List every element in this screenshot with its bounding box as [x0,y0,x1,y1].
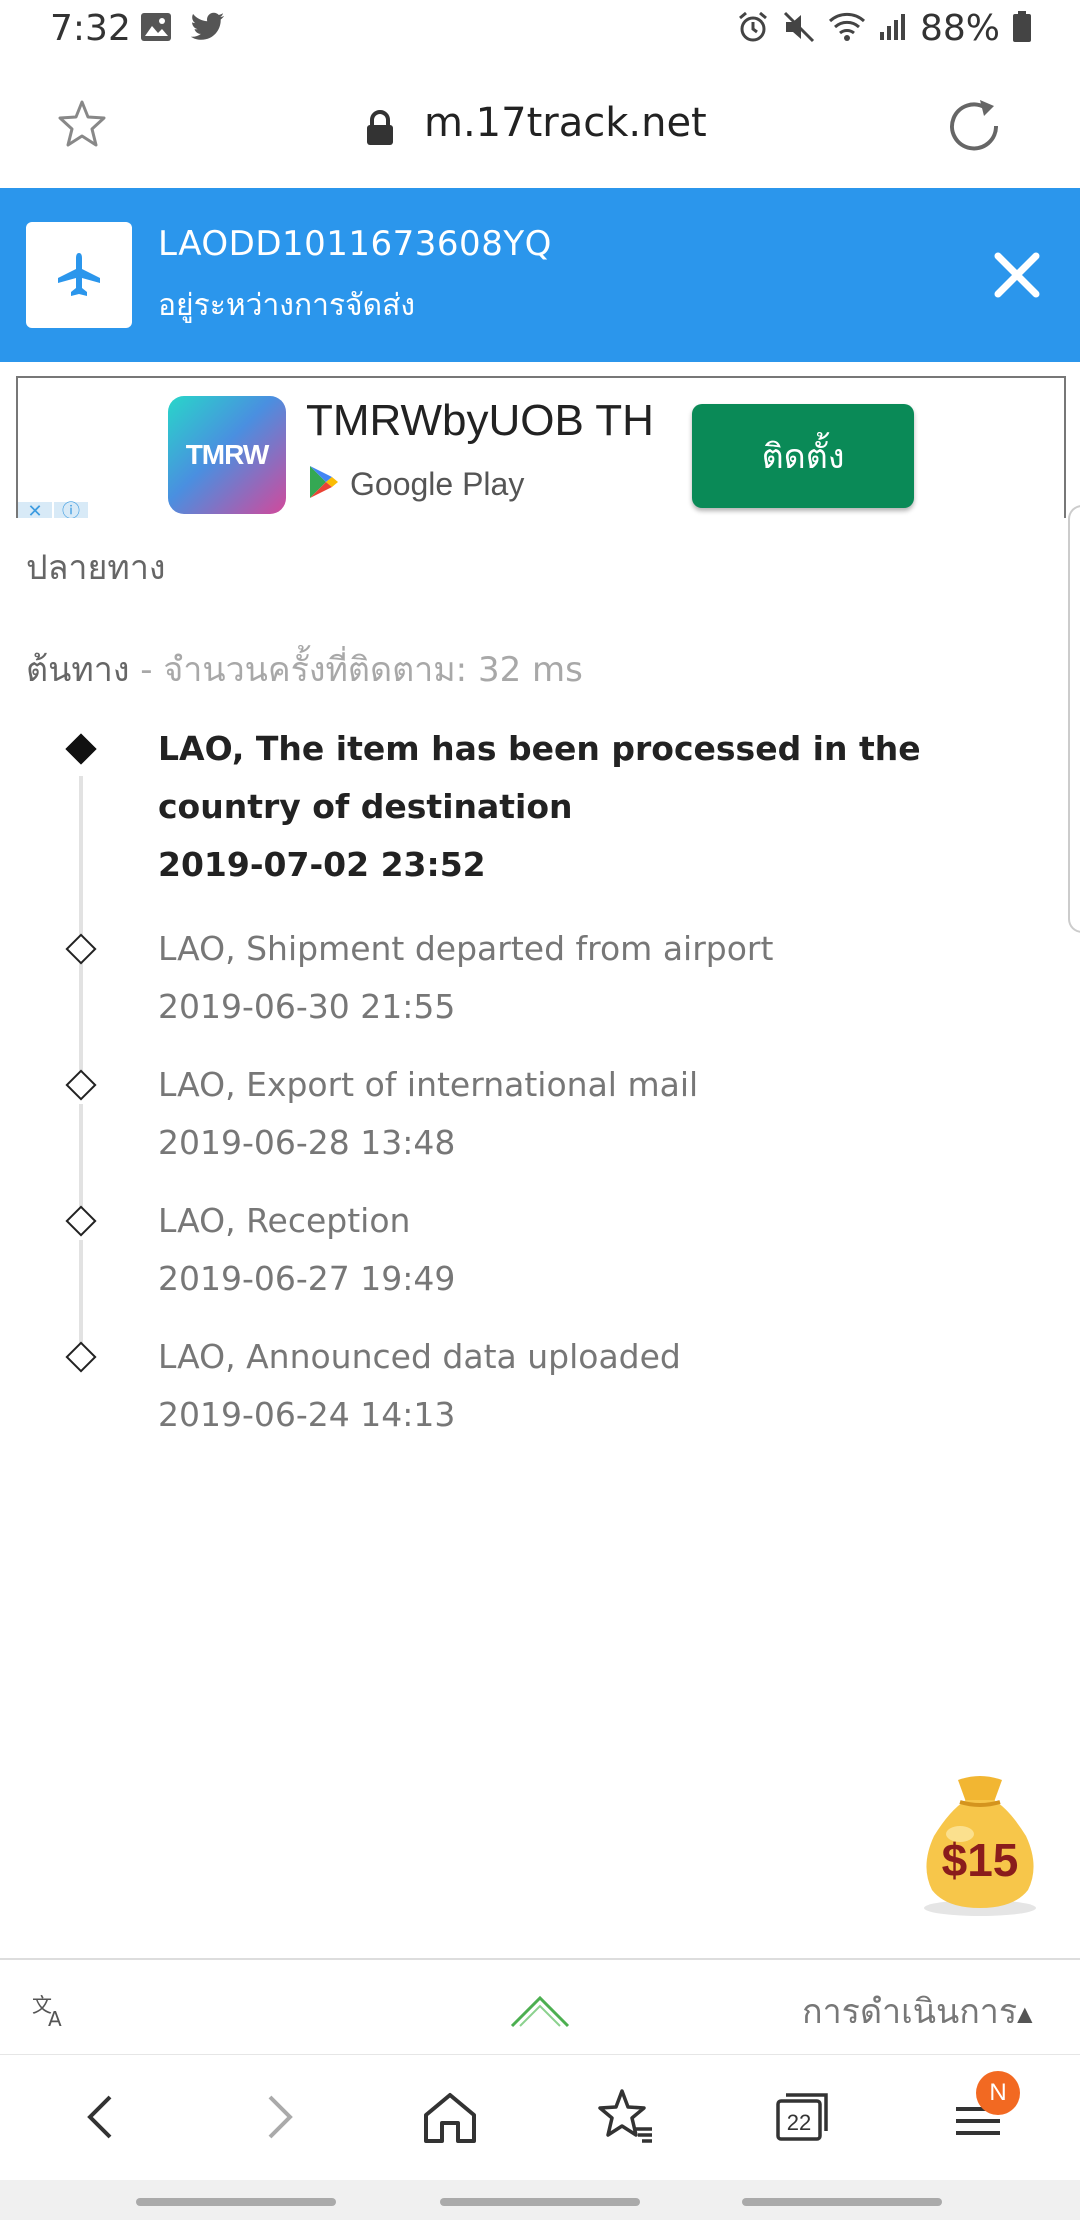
actions-label: การดำเนินการ [802,1992,1018,2032]
mute-icon [782,10,816,48]
wifi-icon [828,11,866,47]
tab-count: 22 [787,2110,811,2135]
ad-close-icon[interactable]: ✕ [18,502,52,518]
diamond-icon [65,933,97,965]
close-icon[interactable] [990,248,1044,302]
event-description: LAO, The item has been processed in the … [158,729,921,826]
status-bar: 7:32 88% [0,0,1080,64]
twitter-icon [190,12,226,46]
image-icon [140,12,172,46]
timeline-connector [79,1240,83,1346]
origin-line: ต้นทาง - จำนวนครั้งที่ติดตาม: 32 ms [26,642,583,696]
translate-icon[interactable]: 文A [30,1990,70,2034]
bookmark-star-icon[interactable] [56,98,108,154]
event-time: 2019-07-02 23:52 [158,845,486,884]
battery-icon [1012,10,1032,47]
scroll-to-top-icon[interactable] [508,1990,572,2034]
diamond-icon [65,1069,97,1101]
status-time: 7:32 [50,8,131,49]
diamond-icon [65,1205,97,1237]
ad-app-name: TMRWbyUOB TH [306,396,654,445]
store-name: Google Play [350,465,525,502]
ad-app-logo: TMRW [168,396,286,514]
signal-icon [878,12,908,46]
actions-menu[interactable]: การดำเนินการ▲ [802,1984,1033,2038]
home-icon[interactable] [418,2085,482,2149]
origin-label: ต้นทาง [26,650,130,690]
event-time: 2019-06-30 21:55 [158,987,456,1026]
page-toolbar: 文A การดำเนินการ▲ [0,1958,1080,2054]
browser-nav-bar: 22 N [0,2054,1080,2180]
airplane-icon [26,222,132,328]
alarm-icon [736,10,770,48]
notification-badge: N [976,2071,1020,2115]
tracking-status: อยู่ระหว่างการจัดส่ง [158,288,416,323]
event-time: 2019-06-28 13:48 [158,1123,456,1162]
origin-meta: - จำนวนครั้งที่ติดตาม: 32 ms [129,650,583,690]
event-time: 2019-06-24 14:13 [158,1395,456,1434]
diamond-icon [65,1341,97,1373]
tabs-icon[interactable]: 22 [770,2085,834,2149]
destination-label: ปลายทาง [26,548,166,588]
tracking-number: LAODD1011673608YQ [158,224,552,264]
gesture-pill-left[interactable] [136,2198,336,2206]
url-text[interactable]: m.17track.net [424,100,707,146]
event-description: LAO, Announced data uploaded [158,1337,681,1376]
google-play-icon [308,464,340,504]
battery-percent: 88% [919,8,1000,49]
ad-logo-text: TMRW [185,439,270,470]
ad-banner[interactable]: TMRW TMRWbyUOB TH Google Play ติดตั้ง ✕ … [16,376,1066,518]
install-button[interactable]: ติดตั้ง [692,404,914,508]
promo-amount: $15 [942,1834,1019,1886]
gesture-pill-right[interactable] [742,2198,942,2206]
timeline-connector [79,1104,83,1210]
back-icon[interactable] [70,2085,134,2149]
side-panel-handle[interactable] [1068,505,1080,933]
filled-diamond-icon [65,733,97,765]
lock-icon [364,110,396,150]
caret-up-icon: ▲ [1017,2001,1033,2026]
event-time: 2019-06-27 19:49 [158,1259,456,1298]
ad-choices[interactable]: ✕ ⓘ [18,502,88,518]
google-play-badge: Google Play [308,464,524,504]
svg-text:A: A [48,2007,62,2030]
tracking-header: LAODD1011673608YQ อยู่ระหว่างการจัดส่ง [0,188,1080,362]
gesture-pill-center[interactable] [440,2198,640,2206]
reload-icon[interactable] [944,96,1004,160]
money-bag-promo-button[interactable]: $15 [910,1770,1050,1920]
event-description: LAO, Reception [158,1201,411,1240]
forward-icon[interactable] [246,2085,310,2149]
timeline-connector [79,968,83,1074]
event-description: LAO, Export of international mail [158,1065,699,1104]
browser-url-bar: m.17track.net [0,64,1080,188]
ad-info-icon[interactable]: ⓘ [54,502,88,518]
system-gesture-bar [0,2180,1080,2220]
event-description: LAO, Shipment departed from airport [158,929,774,968]
bookmarks-icon[interactable] [594,2085,658,2149]
